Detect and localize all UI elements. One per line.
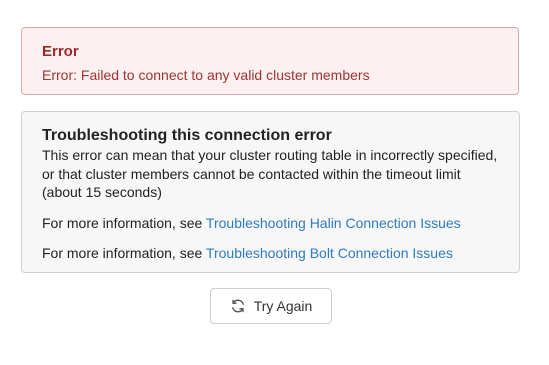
troubleshooting-panel: Troubleshooting this connection error Th… xyxy=(21,111,520,273)
bolt-troubleshooting-link[interactable]: Troubleshooting Bolt Connection Issues xyxy=(206,245,453,261)
troubleshooting-description: This error can mean that your cluster ro… xyxy=(42,147,498,200)
error-message: Error: Failed to connect to any valid cl… xyxy=(42,67,370,83)
troubleshooting-title: Troubleshooting this connection error xyxy=(42,127,332,144)
halin-troubleshooting-link[interactable]: Troubleshooting Halin Connection Issues xyxy=(206,215,461,231)
more-info-halin: For more information, see Troubleshootin… xyxy=(42,214,499,232)
more-info-bolt: For more information, see Troubleshootin… xyxy=(42,244,499,262)
refresh-icon xyxy=(230,298,246,314)
try-again-button[interactable]: Try Again xyxy=(210,288,332,324)
more-info-prefix: For more information, see xyxy=(42,244,206,261)
try-again-label: Try Again xyxy=(253,298,313,314)
more-info-prefix: For more information, see xyxy=(42,214,206,231)
error-title: Error xyxy=(42,43,79,60)
error-message-box: Error Error: Failed to connect to any va… xyxy=(21,27,519,95)
